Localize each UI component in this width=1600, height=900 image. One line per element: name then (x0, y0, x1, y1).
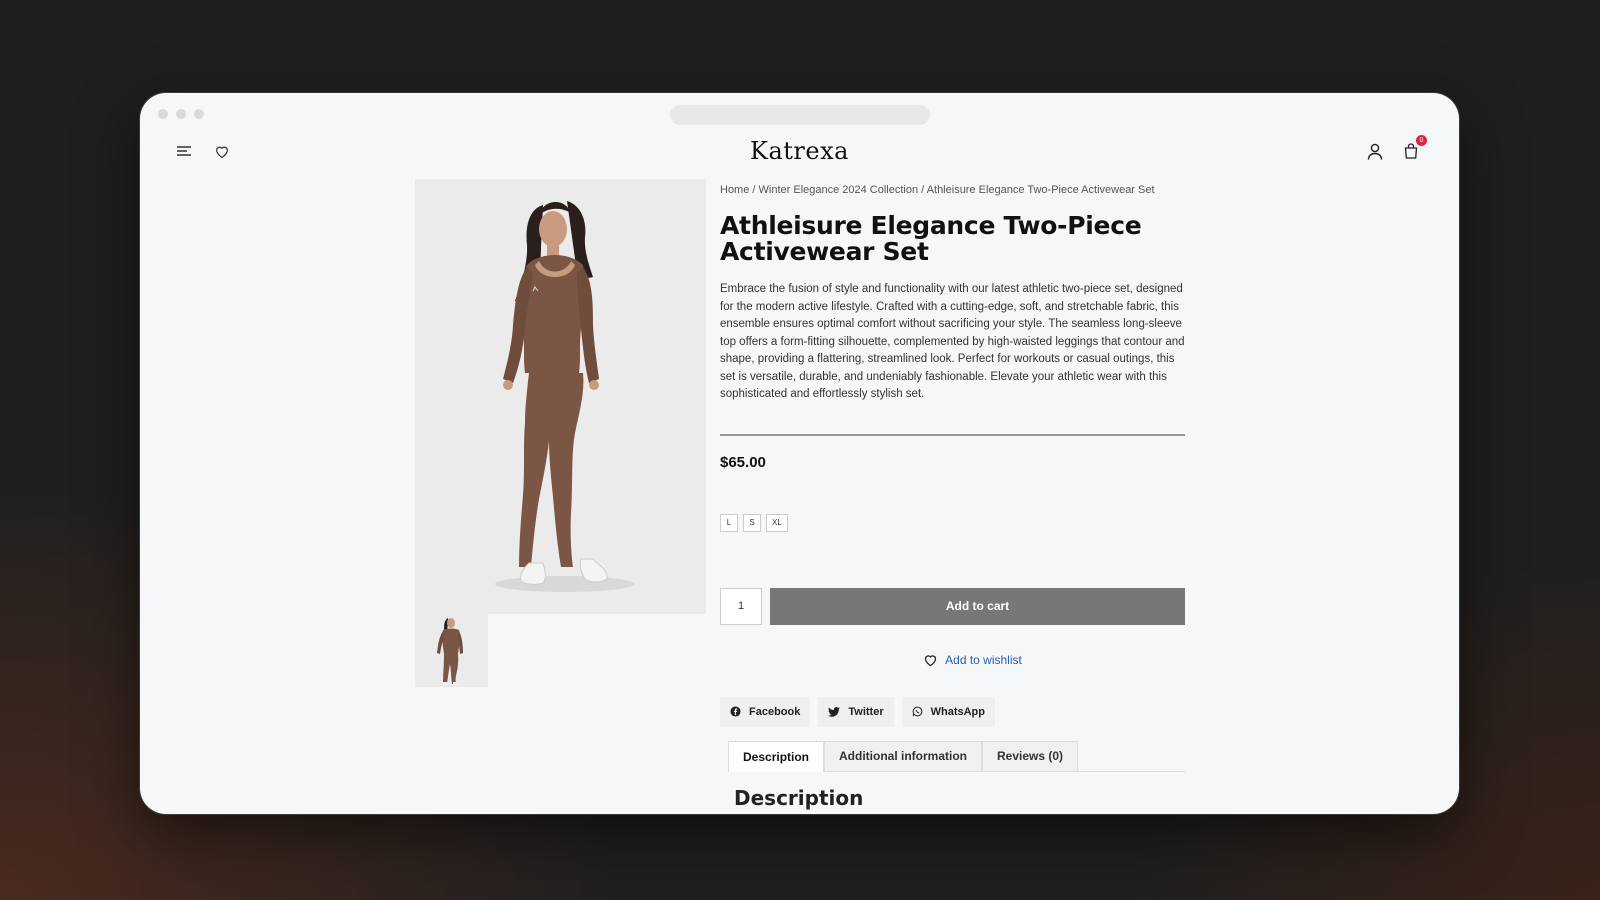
size-option-s[interactable]: S (743, 513, 761, 532)
description-heading: Description (734, 785, 864, 810)
product-title: Athleisure Elegance Two-Piece Activewear… (720, 211, 1142, 266)
tab-additional-information[interactable]: Additional information (824, 740, 983, 771)
add-to-cart-row: Add to cart (720, 587, 1185, 625)
size-option-xl[interactable]: XL (766, 513, 788, 532)
share-facebook-button[interactable]: Facebook (720, 696, 811, 727)
share-buttons: Facebook Twitter WhatsApp (720, 696, 1185, 727)
header-right: 0 (1365, 135, 1427, 161)
maximize-dot[interactable] (194, 109, 204, 119)
whatsapp-icon (912, 706, 923, 717)
add-to-wishlist-label: Add to wishlist (945, 652, 1022, 667)
facebook-icon (730, 706, 741, 717)
twitter-icon (828, 706, 841, 717)
breadcrumb-separator: / (918, 184, 927, 196)
product-main-image[interactable] (415, 179, 706, 614)
breadcrumb-collection[interactable]: Winter Elegance 2024 Collection (759, 184, 919, 196)
product-price: $65.00 (720, 453, 766, 471)
add-to-wishlist-link[interactable]: Add to wishlist (720, 653, 1185, 667)
cart-icon[interactable]: 0 (1401, 135, 1427, 161)
quantity-input[interactable] (720, 587, 762, 625)
add-to-cart-button[interactable]: Add to cart (770, 587, 1185, 625)
tab-reviews[interactable]: Reviews (0) (982, 740, 1079, 771)
share-facebook-label: Facebook (749, 705, 801, 718)
account-icon[interactable] (1365, 141, 1385, 161)
heart-outline-icon (925, 654, 937, 666)
divider (720, 433, 1185, 436)
cart-count-badge: 0 (1416, 135, 1427, 146)
product-tabs: Description Additional information Revie… (728, 740, 1185, 772)
share-twitter-label: Twitter (848, 705, 884, 718)
breadcrumb-separator: / (749, 184, 759, 196)
breadcrumb-current: Athleisure Elegance Two-Piece Activewear… (926, 184, 1155, 196)
product-thumbnail[interactable] (415, 614, 488, 687)
size-option-l[interactable]: L (720, 513, 738, 532)
product-description: Embrace the fusion of style and function… (720, 283, 1185, 400)
share-whatsapp-button[interactable]: WhatsApp (901, 696, 995, 727)
size-options: L S XL (720, 513, 1185, 532)
close-dot[interactable] (158, 109, 168, 119)
minimize-dot[interactable] (176, 109, 186, 119)
address-bar[interactable] (670, 105, 930, 125)
tab-description[interactable]: Description (728, 740, 825, 772)
brand-logo[interactable]: Katrexa (140, 137, 1459, 165)
share-whatsapp-label: WhatsApp (930, 705, 985, 718)
share-twitter-button[interactable]: Twitter (818, 696, 894, 727)
breadcrumb-home[interactable]: Home (720, 184, 749, 196)
product-info: Home / Winter Elegance 2024 Collection /… (720, 179, 1185, 810)
breadcrumb: Home / Winter Elegance 2024 Collection /… (720, 184, 1185, 196)
window-controls (158, 109, 204, 119)
browser-window: Katrexa 0 Home / Winter Elegance 2024 Co… (140, 93, 1459, 814)
